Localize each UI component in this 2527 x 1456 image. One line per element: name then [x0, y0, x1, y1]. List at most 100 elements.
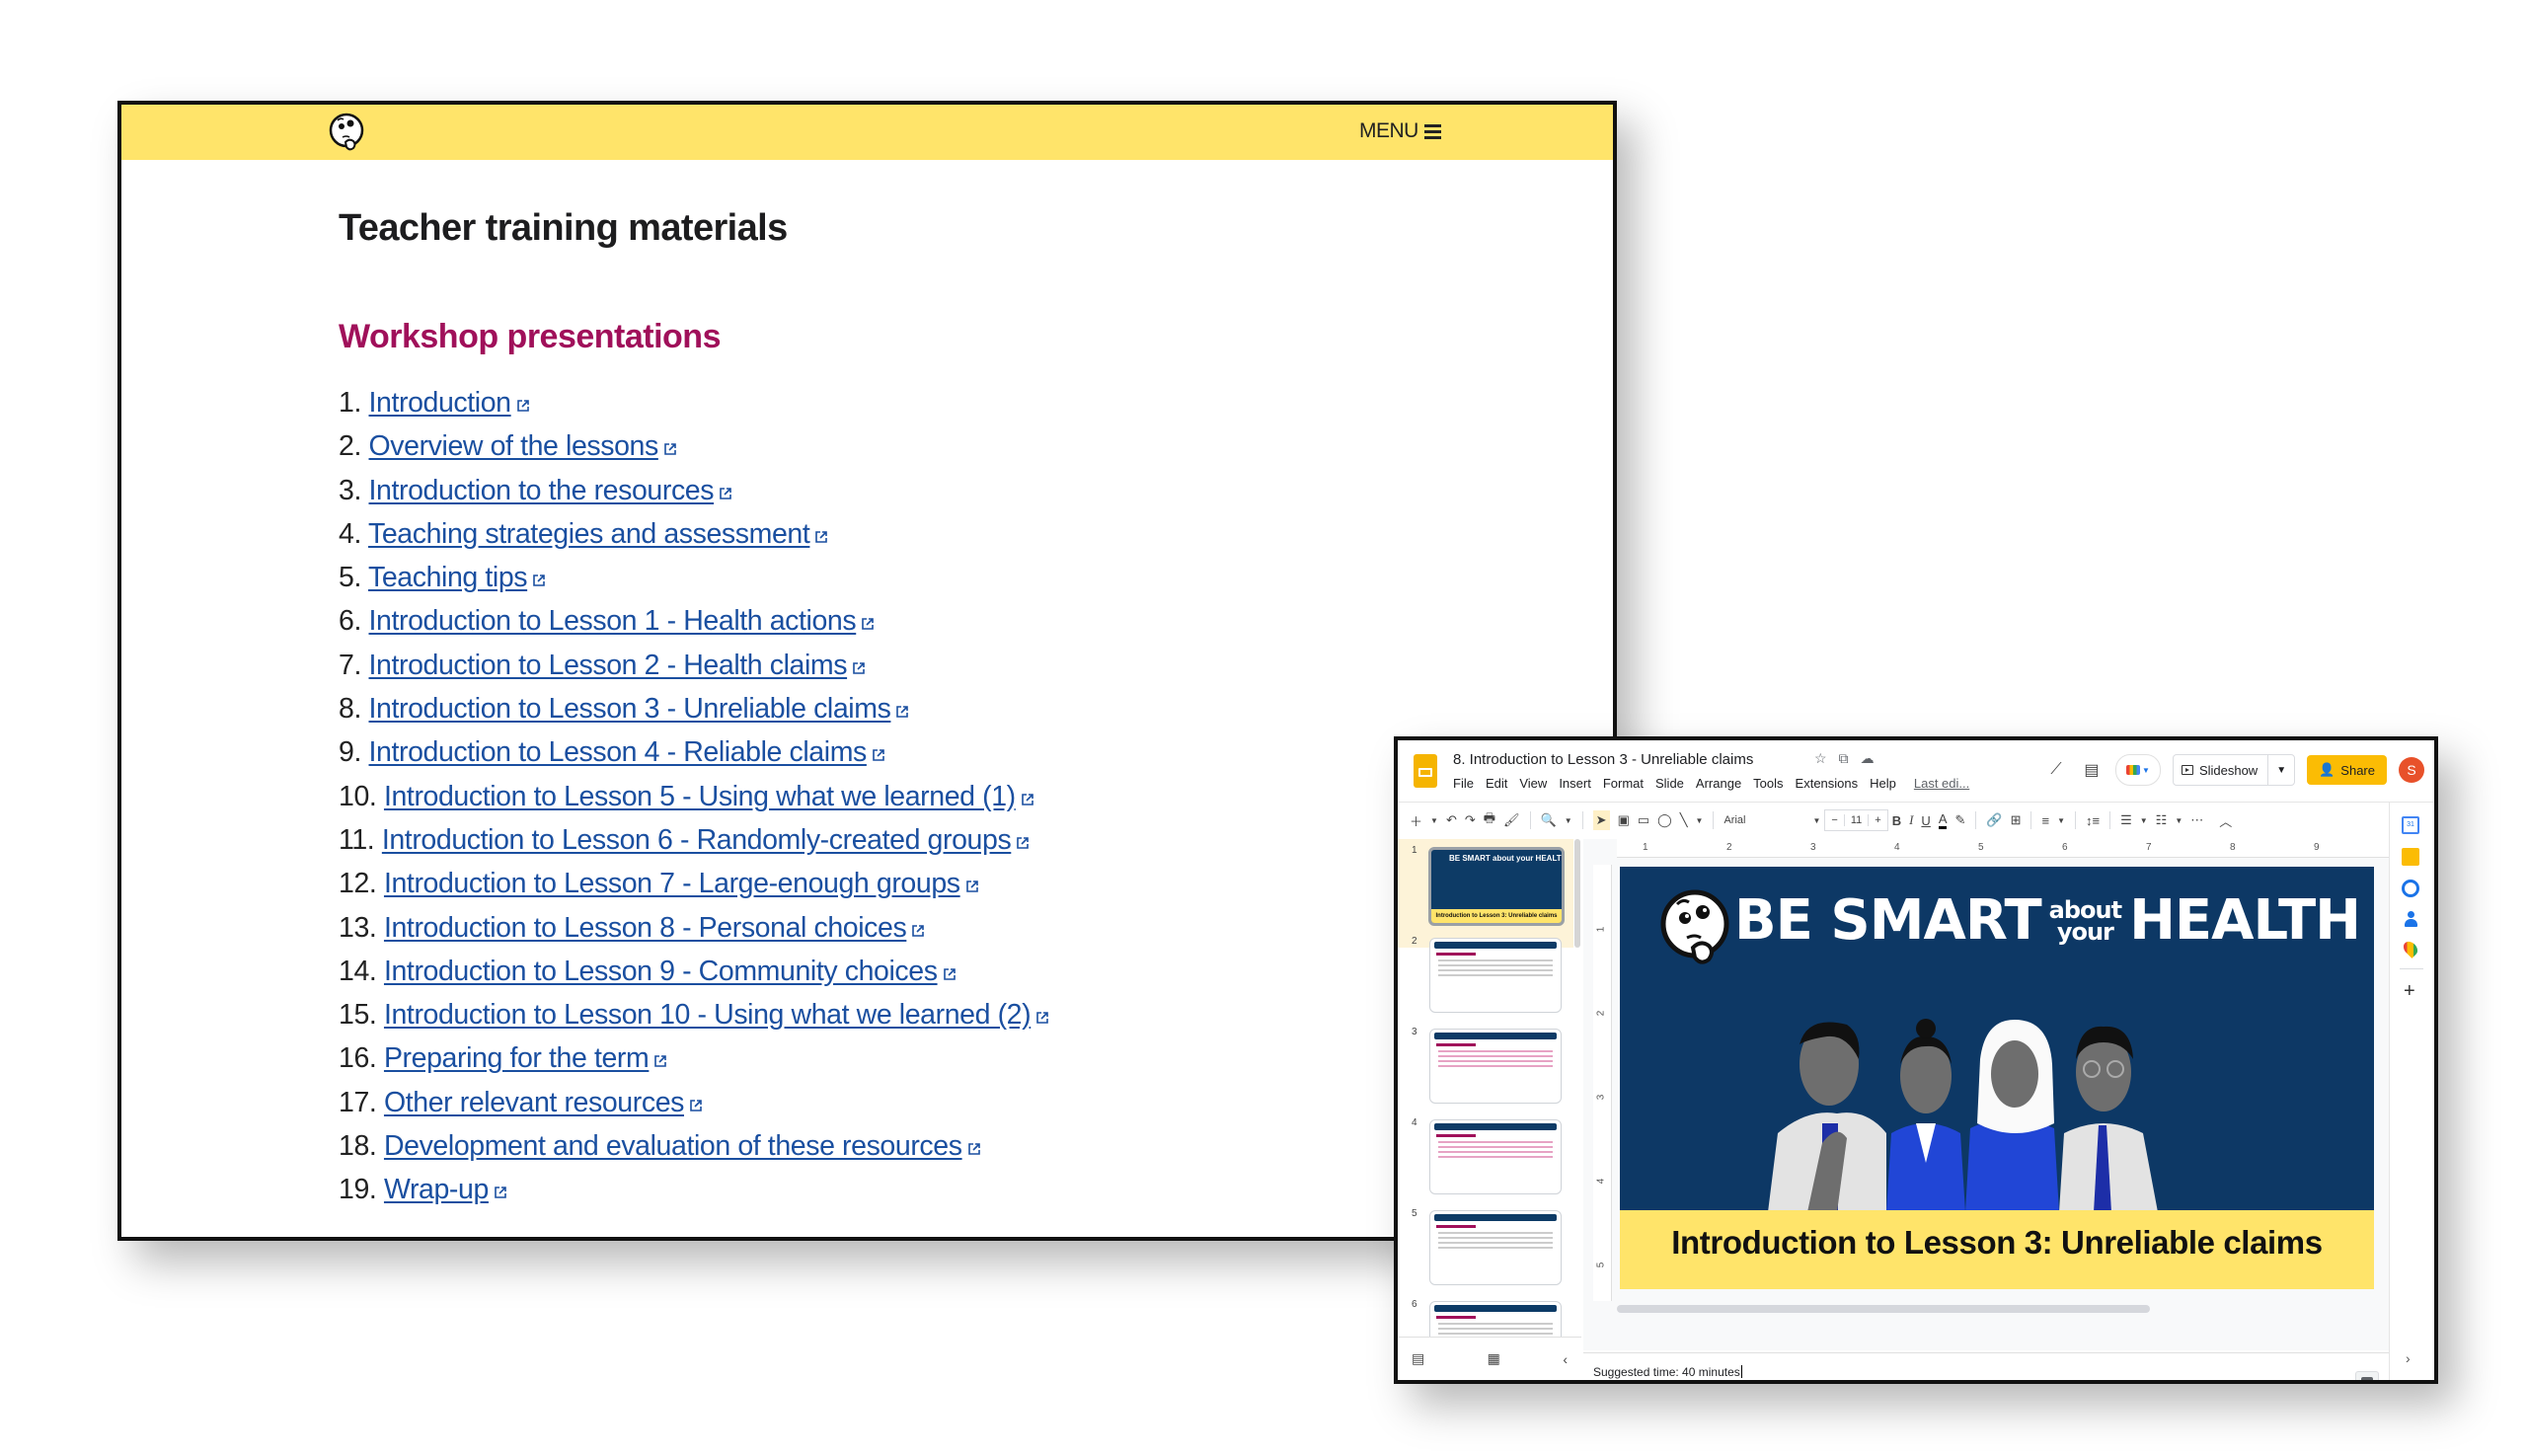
- last-edit-link[interactable]: Last edi...: [1914, 776, 1969, 791]
- expand-panel-icon[interactable]: ›: [2406, 1350, 2411, 1366]
- presentation-link[interactable]: Other relevant resources: [384, 1087, 684, 1118]
- line-dropdown-icon[interactable]: ▼: [1696, 816, 1704, 825]
- filmstrip-scrollbar[interactable]: [1573, 839, 1581, 958]
- presentation-link[interactable]: Introduction to Lesson 7 - Large-enough …: [384, 868, 960, 899]
- font-family-select[interactable]: Arial: [1723, 814, 1804, 826]
- speaker-notes[interactable]: Suggested time: 40 minutes: [1583, 1352, 2389, 1380]
- more-options-icon[interactable]: ⋯: [2190, 812, 2203, 828]
- zoom-dropdown-icon[interactable]: ▼: [1565, 816, 1572, 825]
- slide-thumbnail[interactable]: [1429, 1210, 1562, 1285]
- presentation-link[interactable]: Introduction to Lesson 5 - Using what we…: [384, 781, 1016, 812]
- slideshow-dropdown-icon[interactable]: ▼: [2268, 765, 2294, 776]
- menu-file[interactable]: File: [1453, 776, 1474, 791]
- grid-view-icon[interactable]: ▦: [1488, 1350, 1500, 1367]
- current-slide[interactable]: BE SMART about your HEALTH Introduction …: [1620, 867, 2374, 1289]
- numbered-list-icon[interactable]: ☷: [2156, 812, 2168, 828]
- presentation-link[interactable]: Teaching strategies and assessment: [368, 518, 810, 550]
- share-button[interactable]: 👤 Share: [2307, 755, 2387, 785]
- keep-icon[interactable]: [2402, 848, 2419, 866]
- canvas-horizontal-scrollbar[interactable]: [1617, 1305, 2150, 1313]
- menu-insert[interactable]: Insert: [1559, 776, 1591, 791]
- filmstrip-view-icon[interactable]: ▤: [1412, 1350, 1424, 1367]
- align-dropdown-icon[interactable]: ▼: [2057, 816, 2065, 825]
- increase-font-size-button[interactable]: +: [1869, 814, 1886, 826]
- collapse-filmstrip-icon[interactable]: ‹: [1563, 1351, 1568, 1367]
- link-icon[interactable]: 🔗: [1986, 812, 2002, 828]
- text-box-icon[interactable]: ▣: [1618, 812, 1630, 828]
- slides-app-icon[interactable]: [1414, 754, 1437, 788]
- presentation-link[interactable]: Wrap-up: [384, 1174, 489, 1205]
- slideshow-button[interactable]: Slideshow ▼: [2172, 754, 2296, 786]
- calendar-icon[interactable]: 31: [2402, 816, 2419, 834]
- presentation-link[interactable]: Introduction to Lesson 2 - Health claims: [369, 650, 848, 681]
- menu-format[interactable]: Format: [1603, 776, 1644, 791]
- bold-icon[interactable]: B: [1892, 813, 1901, 828]
- undo-icon[interactable]: ↶: [1446, 812, 1457, 828]
- highlight-icon[interactable]: ✎: [1954, 812, 1965, 828]
- select-cursor-icon[interactable]: ➤: [1592, 810, 1610, 830]
- menu-help[interactable]: Help: [1870, 776, 1896, 791]
- menu-slide[interactable]: Slide: [1655, 776, 1684, 791]
- presentation-link[interactable]: Introduction to Lesson 4 - Reliable clai…: [369, 736, 868, 768]
- comments-icon[interactable]: ▤: [2080, 760, 2104, 780]
- cloud-saved-icon[interactable]: ☁: [1861, 750, 1875, 767]
- text-color-icon[interactable]: A: [1938, 811, 1948, 829]
- slide-thumbnail[interactable]: [1429, 1029, 1562, 1104]
- menu-arrange[interactable]: Arrange: [1696, 776, 1741, 791]
- vertical-ruler[interactable]: 1 2 3 4 5: [1593, 865, 1612, 1301]
- menu-view[interactable]: View: [1519, 776, 1547, 791]
- tasks-icon[interactable]: [2402, 880, 2419, 897]
- shape-icon[interactable]: ◯: [1657, 812, 1672, 828]
- new-slide-dropdown-icon[interactable]: ▼: [1430, 816, 1438, 825]
- font-size-stepper[interactable]: − 11 +: [1824, 809, 1888, 831]
- presentation-link[interactable]: Introduction to Lesson 10 - Using what w…: [384, 999, 1032, 1031]
- decrease-font-size-button[interactable]: −: [1825, 814, 1843, 826]
- slide-thumbnail[interactable]: [1429, 938, 1562, 1013]
- maps-icon[interactable]: [2401, 939, 2420, 958]
- slide-thumbnail[interactable]: [1429, 1301, 1562, 1337]
- presentation-link[interactable]: Teaching tips: [368, 562, 528, 593]
- add-comment-icon[interactable]: ⊞: [2011, 812, 2022, 828]
- presentation-link[interactable]: Introduction to Lesson 1 - Health action…: [369, 605, 857, 637]
- thinking-face-logo-icon[interactable]: [326, 111, 369, 154]
- font-dropdown-icon[interactable]: ▼: [1812, 816, 1820, 825]
- slide-thumbnail[interactable]: BE SMART about your HEALTH Introduction t…: [1428, 847, 1565, 926]
- collapse-toolbar-icon[interactable]: ︿: [2219, 811, 2232, 830]
- move-to-folder-icon[interactable]: ⧉: [1839, 750, 1849, 767]
- bulleted-list-dropdown-icon[interactable]: ▼: [2140, 816, 2148, 825]
- document-title[interactable]: 8. Introduction to Lesson 3 - Unreliable…: [1453, 751, 1753, 768]
- font-size-input[interactable]: 11: [1843, 814, 1870, 826]
- align-icon[interactable]: ≡: [2041, 813, 2049, 828]
- presentation-link[interactable]: Introduction to Lesson 8 - Personal choi…: [384, 912, 907, 944]
- menu-extensions[interactable]: Extensions: [1796, 776, 1859, 791]
- add-addon-icon[interactable]: +: [2404, 980, 2415, 1003]
- line-icon[interactable]: ╲: [1680, 812, 1688, 828]
- slide-caption-text[interactable]: Introduction to Lesson 3: Unreliable cla…: [1620, 1224, 2374, 1262]
- menu-tools[interactable]: Tools: [1753, 776, 1783, 791]
- presentation-link[interactable]: Introduction to Lesson 3 - Unreliable cl…: [369, 693, 891, 725]
- presentation-link[interactable]: Introduction to Lesson 6 - Randomly-crea…: [382, 824, 1012, 856]
- new-slide-icon[interactable]: ＋: [1410, 811, 1422, 830]
- presentation-link[interactable]: Introduction to the resources: [369, 475, 715, 506]
- redo-icon[interactable]: ↷: [1465, 812, 1476, 828]
- contacts-icon[interactable]: [2404, 911, 2417, 929]
- star-icon[interactable]: ☆: [1814, 750, 1827, 767]
- underline-icon[interactable]: U: [1921, 813, 1930, 828]
- horizontal-ruler[interactable]: 1 2 3 4 5 6 7 8 9: [1617, 839, 2389, 858]
- menu-button[interactable]: MENU: [1359, 119, 1441, 143]
- slide-thumbnail[interactable]: [1429, 1119, 1562, 1194]
- presentation-link[interactable]: Preparing for the term: [384, 1042, 650, 1074]
- zoom-icon[interactable]: 🔍: [1541, 812, 1557, 828]
- menu-edit[interactable]: Edit: [1486, 776, 1507, 791]
- print-icon[interactable]: 🖶: [1484, 809, 1495, 831]
- speaker-notes-text[interactable]: Suggested time: 40 minutes: [1593, 1365, 1742, 1379]
- user-avatar[interactable]: S: [2399, 757, 2424, 783]
- insert-image-icon[interactable]: ▭: [1638, 812, 1649, 828]
- presentation-link[interactable]: Development and evaluation of these reso…: [384, 1130, 962, 1162]
- activity-trend-icon[interactable]: ⟋: [2044, 761, 2068, 779]
- presentation-link[interactable]: Introduction to Lesson 9 - Community cho…: [384, 956, 938, 987]
- presentation-link[interactable]: Overview of the lessons: [369, 430, 659, 462]
- paint-format-icon[interactable]: 🖌: [1503, 812, 1520, 828]
- bulleted-list-icon[interactable]: ☰: [2120, 812, 2132, 828]
- line-spacing-icon[interactable]: ↕≡: [2086, 813, 2100, 828]
